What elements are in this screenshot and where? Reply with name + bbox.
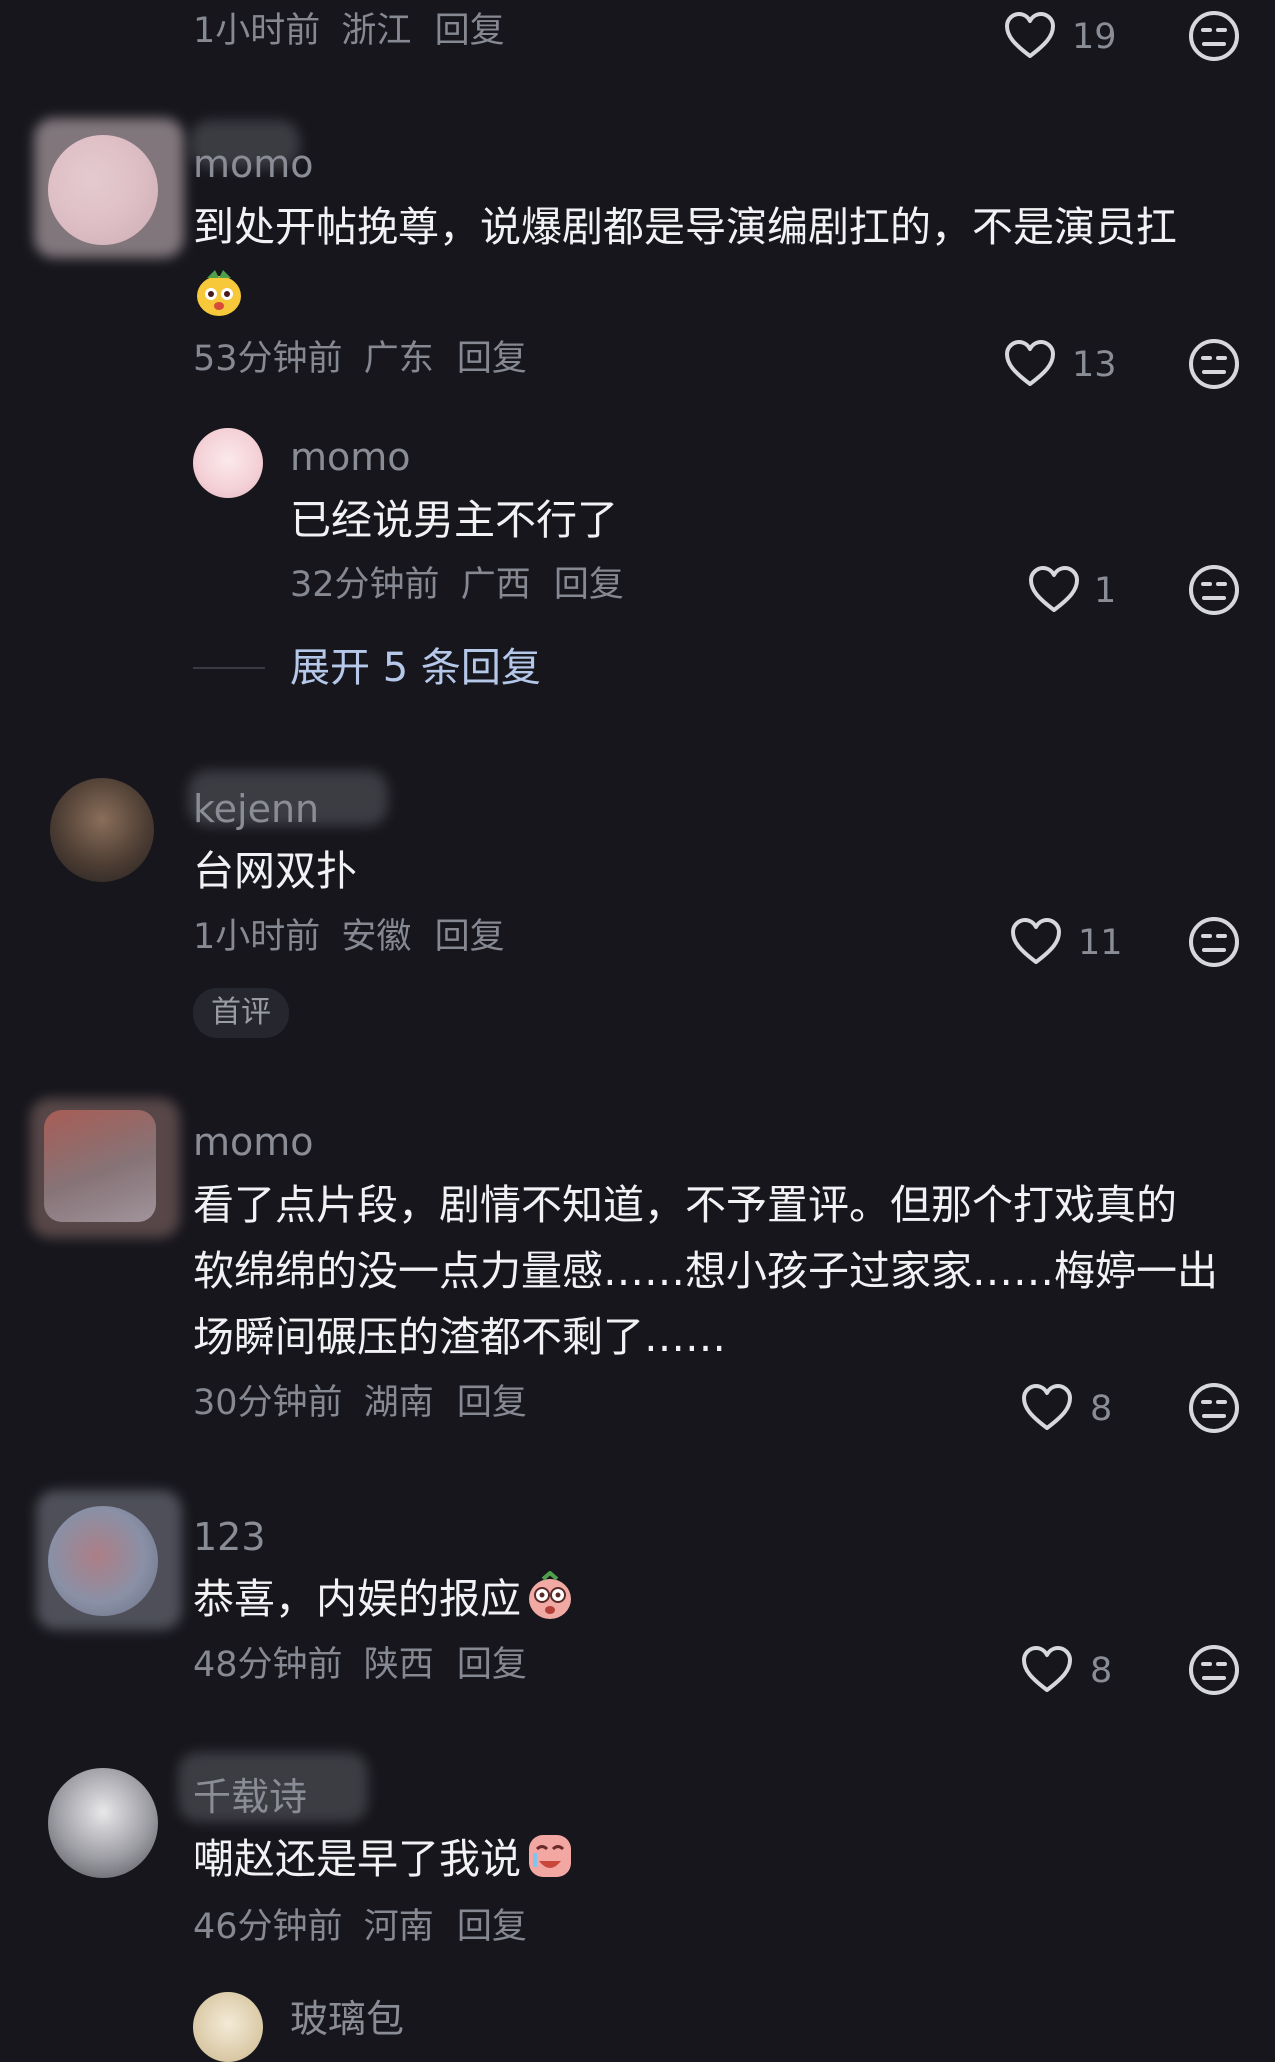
comment-region: 广东 [363,339,434,379]
avatar-blur-scribble [36,1490,182,1630]
comment-username[interactable]: momo [193,145,314,183]
reply-text: 已经说男主不行了 [290,496,618,544]
shocked-face-emoji-icon [529,1571,571,1619]
yellow-face-emoji-icon [197,270,241,316]
reply-username[interactable]: 玻璃包 [290,2000,404,2038]
comment-text: 看了点片段，剧情不知道，不予置评。但那个打戏真的 软绵绵的没一点力量感……想小孩… [193,1172,1253,1370]
reply-button[interactable]: 回复 [457,1383,527,1423]
comment-region: 浙江 [341,11,412,51]
meh-face-icon[interactable] [1188,916,1240,968]
comment-meta: 1小时前 安徽 回复 [193,920,505,955]
like-count: 1 [1094,571,1117,611]
meh-face-icon[interactable] [1188,10,1240,62]
reply-button[interactable]: 回复 [457,1907,527,1947]
meh-face-icon[interactable] [1188,564,1240,616]
heart-outline-icon[interactable] [1004,12,1056,60]
expand-replies-link[interactable]: 展开 5 条回复 [290,648,541,688]
comment-text: 台网双扑 [193,847,357,895]
reply-username[interactable]: momo [290,438,411,476]
like-count: 8 [1090,1651,1113,1691]
comment-username[interactable]: momo [193,1123,314,1161]
reply-button[interactable]: 回复 [554,565,624,605]
comment-region: 安徽 [341,917,412,957]
comment-username[interactable]: kejenn [193,790,319,828]
reply-time: 32分钟前 [290,565,440,605]
heart-outline-icon[interactable] [1010,918,1062,966]
expand-divider [193,667,265,669]
like-count: 13 [1072,345,1117,385]
reply-avatar[interactable] [193,1992,263,2062]
first-comment-badge: 首评 [193,988,289,1038]
comment-region: 湖南 [363,1383,434,1423]
comment-line: 软绵绵的没一点力量感……想小孩子过家家……梅婷一出 [193,1247,1218,1295]
comment-text: 恭喜，内娱的报应 [193,1566,575,1632]
heart-outline-icon[interactable] [1021,1384,1073,1432]
comment-time: 53分钟前 [193,339,343,379]
meh-face-icon[interactable] [1188,1382,1240,1434]
comment-meta: 1小时前 浙江 回复 [193,14,505,49]
reply-button[interactable]: 回复 [457,339,527,379]
reply-button[interactable]: 回复 [457,1645,527,1685]
crying-face-emoji-icon [529,1835,571,1877]
heart-outline-icon[interactable] [1028,566,1080,614]
comment-region: 河南 [363,1907,434,1947]
meh-face-icon[interactable] [1188,1644,1240,1696]
like-count: 11 [1078,923,1123,963]
comment-time: 1小时前 [193,11,321,51]
avatar[interactable] [50,778,154,882]
reply-region: 广西 [460,565,531,605]
like-count: 19 [1072,17,1117,57]
like-count: 8 [1090,1389,1113,1429]
comment-username[interactable]: 千载诗 [193,1778,307,1816]
comment-line: 场瞬间碾压的渣都不剩了…… [193,1313,726,1361]
reply-button[interactable]: 回复 [435,917,505,957]
reply-avatar[interactable] [193,428,263,498]
meh-face-icon[interactable] [1188,338,1240,390]
comment-region: 陕西 [363,1645,434,1685]
heart-outline-icon[interactable] [1021,1646,1073,1694]
comment-text: 到处开帖挽尊，说爆剧都是导演编剧扛的，不是演员扛 [193,203,1177,251]
comment-meta: 48分钟前 陕西 回复 [193,1648,527,1683]
avatar-blur-scribble [30,1098,180,1238]
comment-line: 看了点片段，剧情不知道，不予置评。但那个打戏真的 [193,1181,1177,1229]
reply-meta: 32分钟前 广西 回复 [290,568,624,603]
comment-time: 1小时前 [193,917,321,957]
comment-meta: 46分钟前 河南 回复 [193,1910,527,1945]
avatar[interactable] [48,1768,158,1878]
comment-time: 48分钟前 [193,1645,343,1685]
comment-meta: 53分钟前 广东 回复 [193,342,527,377]
avatar-blur-scribble [34,118,184,258]
comment-meta: 30分钟前 湖南 回复 [193,1386,527,1421]
reply-button[interactable]: 回复 [435,11,505,51]
heart-outline-icon[interactable] [1004,340,1056,388]
comment-time: 30分钟前 [193,1383,343,1423]
comment-username[interactable]: 123 [193,1518,266,1556]
comment-text: 嘲赵还是早了我说 [193,1826,575,1892]
comment-time: 46分钟前 [193,1907,343,1947]
